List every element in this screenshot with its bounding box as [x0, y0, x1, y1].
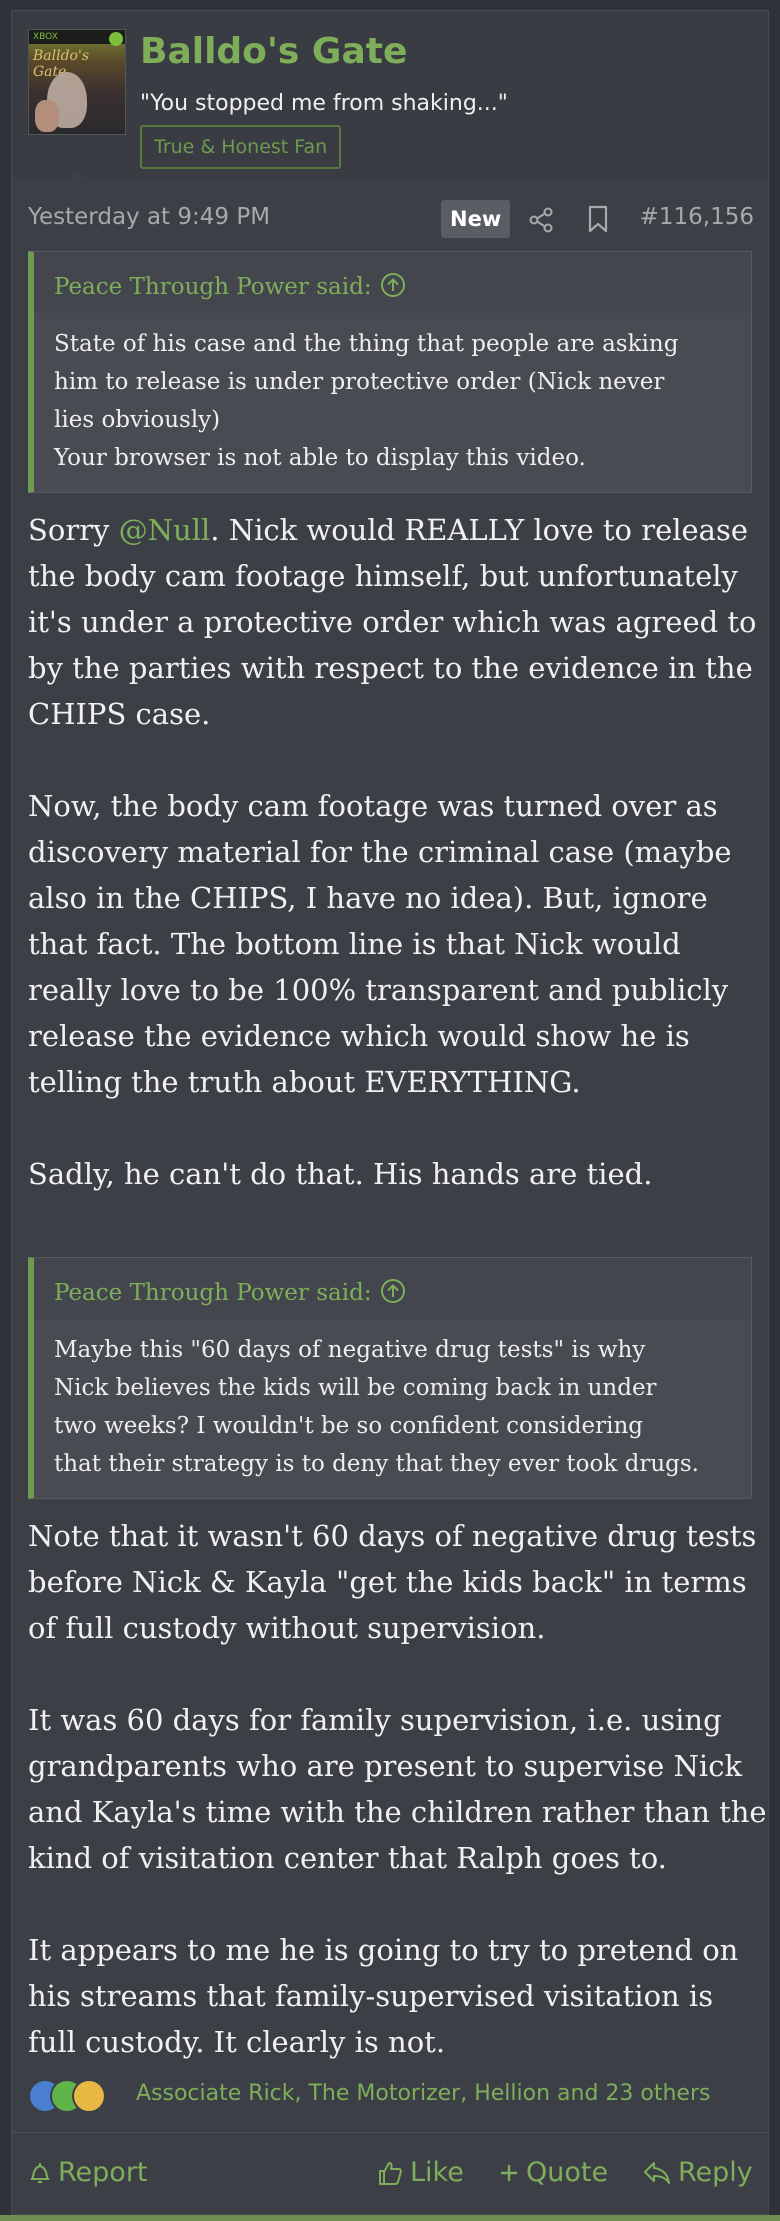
quote-line: that their strategy is to deny that they… — [54, 1451, 699, 1477]
like-button[interactable]: Like — [376, 2157, 464, 2188]
quote-body: State of his case and the thing that peo… — [34, 313, 751, 477]
quote-line: State of his case and the thing that peo… — [54, 331, 679, 357]
post-paragraph: Sadly, he can't do that. His hands are t… — [28, 1157, 653, 1191]
reply-label: Reply — [678, 2157, 753, 2188]
new-badge: New — [441, 200, 511, 238]
bell-icon — [30, 2162, 50, 2183]
post-paragraph: It was 60 days for family supervision, i… — [28, 1703, 767, 1875]
forum-post: XBOX Balldo's Gate Balldo's Gate "You st… — [11, 10, 769, 2215]
quote-author[interactable]: Peace Through Power said: — [54, 274, 372, 300]
post-paragraph: Sorry @Null. Nick would REALLY love to r… — [28, 507, 768, 737]
quote-header[interactable]: Peace Through Power said: — [34, 252, 751, 313]
video-fallback-text: Your browser is not able to display this… — [54, 445, 586, 471]
bookmark-icon[interactable] — [585, 204, 611, 234]
reaction-users-link[interactable]: Associate Rick, The Motorizer, Hellion a… — [136, 2081, 710, 2106]
post-number-link[interactable]: #116,156 — [640, 204, 754, 230]
post-user-header: XBOX Balldo's Gate Balldo's Gate "You st… — [12, 11, 768, 181]
paragraph-text: Sorry — [28, 513, 119, 547]
user-banner: True & Honest Fan — [140, 125, 342, 169]
header-pointer — [65, 171, 89, 183]
avatar-hand — [35, 100, 59, 132]
quote-line: Maybe this "60 days of negative drug tes… — [54, 1337, 646, 1363]
quote-block: Peace Through Power said: Maybe this "60… — [28, 1257, 752, 1499]
plus-icon — [501, 2164, 517, 2181]
reply-arrow-icon — [644, 2161, 670, 2184]
thinking-reaction-icon — [72, 2079, 106, 2113]
post-actions-bar: Report Like Quote Reply — [12, 2132, 768, 2216]
xbox-logo-icon — [109, 32, 123, 46]
user-mention-link[interactable]: @Null — [119, 513, 211, 547]
arrow-up-circle-icon[interactable] — [380, 1278, 406, 1304]
user-custom-title: "You stopped me from shaking..." — [140, 91, 508, 116]
next-post-edge — [0, 2215, 780, 2221]
quote-line: him to release is under protective order… — [54, 369, 665, 395]
quote-block: Peace Through Power said: State of his c… — [28, 251, 752, 493]
reaction-icons[interactable] — [28, 2079, 128, 2115]
reactions-bar: Associate Rick, The Motorizer, Hellion a… — [28, 2077, 768, 2117]
report-button[interactable]: Report — [28, 2157, 148, 2188]
like-label: Like — [410, 2157, 464, 2188]
reply-button[interactable]: Reply — [642, 2157, 753, 2188]
username-link[interactable]: Balldo's Gate — [140, 31, 407, 72]
avatar[interactable]: XBOX Balldo's Gate — [28, 29, 126, 135]
share-icon[interactable] — [527, 206, 555, 234]
avatar-cover-title: Balldo's Gate — [33, 48, 90, 80]
quote-line: lies obviously) — [54, 407, 221, 433]
quote-button[interactable]: Quote — [498, 2157, 608, 2188]
quote-header[interactable]: Peace Through Power said: — [34, 1258, 751, 1319]
thumbs-up-icon — [379, 2161, 402, 2185]
post-date-link[interactable]: Yesterday at 9:49 PM — [28, 204, 270, 230]
quote-line: Nick believes the kids will be coming ba… — [54, 1375, 657, 1401]
quote-label: Quote — [526, 2157, 609, 2188]
post-paragraph: Now, the body cam footage was turned ove… — [28, 789, 732, 1099]
post-meta-bar: Yesterday at 9:49 PM New #116,156 — [12, 196, 768, 244]
quote-body: Maybe this "60 days of negative drug tes… — [34, 1319, 751, 1483]
quote-author[interactable]: Peace Through Power said: — [54, 1280, 372, 1306]
quote-line: two weeks? I wouldn't be so confident co… — [54, 1413, 644, 1439]
arrow-up-circle-icon[interactable] — [380, 272, 406, 298]
post-paragraph: It appears to me he is going to try to p… — [28, 1933, 739, 2059]
post-paragraph: Note that it wasn't 60 days of negative … — [28, 1519, 757, 1645]
report-label: Report — [58, 2157, 148, 2188]
